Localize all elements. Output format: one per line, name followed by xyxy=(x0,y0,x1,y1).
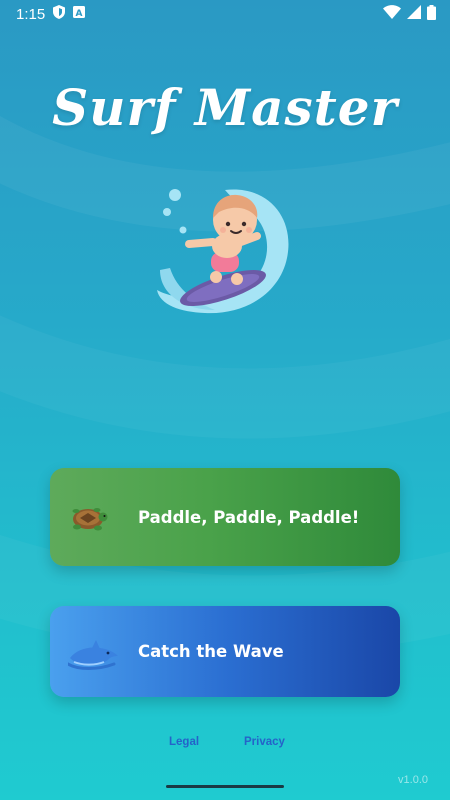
wifi-icon xyxy=(383,5,401,23)
svg-text:A: A xyxy=(76,9,83,18)
version-label: v1.0.0 xyxy=(398,774,428,786)
paddle-button-label: Paddle, Paddle, Paddle! xyxy=(138,507,360,527)
catch-wave-button[interactable]: Catch the Wave xyxy=(50,606,400,697)
legal-link[interactable]: Legal xyxy=(169,736,199,748)
dolphin-icon xyxy=(66,632,120,672)
turtle-icon xyxy=(68,497,108,537)
footer-links: Legal Privacy xyxy=(0,736,450,752)
signal-icon xyxy=(407,5,421,23)
surfer-illustration xyxy=(155,180,295,320)
home-indicator[interactable] xyxy=(166,785,284,788)
battery-icon xyxy=(427,4,436,24)
privacy-link[interactable]: Privacy xyxy=(244,736,285,748)
status-time: 1:15 xyxy=(16,5,46,23)
status-bar: 1:15 A xyxy=(0,0,450,28)
catch-wave-button-label: Catch the Wave xyxy=(138,642,284,661)
paddle-button[interactable]: Paddle, Paddle, Paddle! xyxy=(50,468,400,566)
app-title: Surf Master xyxy=(52,78,398,137)
font-a-icon: A xyxy=(73,6,86,22)
shield-icon xyxy=(53,5,66,23)
